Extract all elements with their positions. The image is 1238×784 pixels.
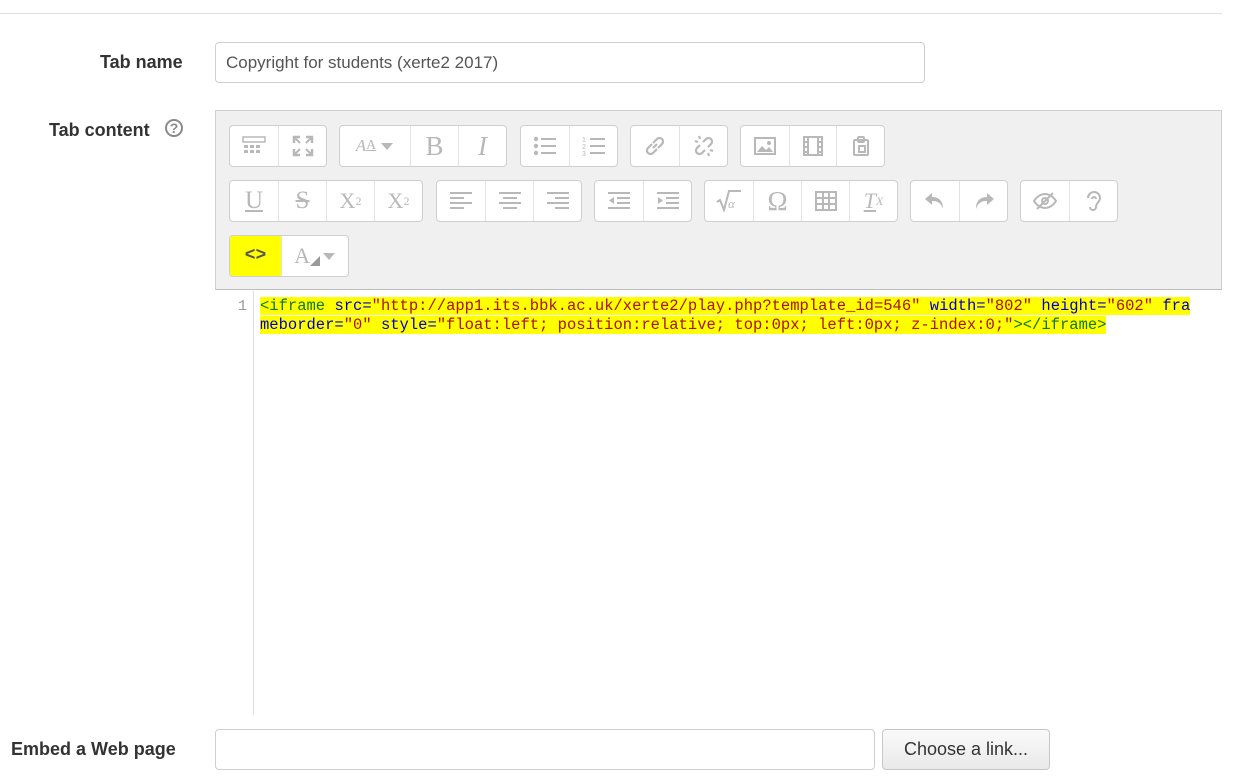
align-left-icon[interactable] (437, 181, 485, 221)
source-code-text[interactable]: <iframe src="http://app1.its.bbk.ac.uk/x… (260, 297, 1195, 335)
clear-formatting-icon[interactable]: TX (849, 181, 897, 221)
undo-icon[interactable] (911, 181, 959, 221)
unordered-list-icon[interactable] (521, 126, 569, 166)
superscript-x: X (387, 188, 404, 213)
choose-link-button[interactable]: Choose a link... (882, 729, 1050, 770)
screenreader-helper-icon[interactable] (1069, 181, 1117, 221)
link-icon[interactable] (631, 126, 679, 166)
special-char-icon[interactable]: Ω (753, 181, 801, 221)
font-size-icon[interactable]: AA (340, 126, 410, 166)
manage-files-icon[interactable] (836, 126, 884, 166)
tab-name-label: Tab name (100, 52, 183, 72)
toolbar-group-lists: 123 (520, 125, 618, 167)
toolbar-group-media (740, 125, 885, 167)
outdent-icon[interactable] (595, 181, 643, 221)
accessibility-checker-icon[interactable] (1021, 181, 1069, 221)
rich-text-editor: AA B I 123 U S X 2 X 2 α Ω T X <> A 1 <i… (215, 110, 1222, 715)
toolbar-group-insert: α Ω TX (704, 180, 898, 222)
toolbar-group-display (229, 125, 327, 167)
font-color-icon[interactable]: A (281, 236, 348, 276)
ordered-list-icon[interactable]: 123 (569, 126, 617, 166)
code-value-style: "float:left; position:relative; top:0px;… (436, 316, 1014, 334)
editor-toolbar: AA B I 123 U S X 2 X 2 α Ω T X <> A (215, 110, 1222, 290)
code-attr-style: style= (380, 316, 437, 334)
image-icon[interactable] (741, 126, 789, 166)
toolbar-group-history (910, 180, 1008, 222)
toolbar-group-text: AA B I (339, 125, 507, 167)
media-icon[interactable] (788, 126, 837, 166)
svg-text:α: α (728, 196, 736, 211)
top-divider (0, 13, 1222, 14)
unlink-icon[interactable] (679, 126, 727, 166)
toolbar-group-align (436, 180, 582, 222)
code-value-src: "http://app1.its.bbk.ac.uk/xerte2/play.p… (371, 297, 921, 315)
toolbar-toggle-icon[interactable] (230, 126, 278, 166)
svg-text:2: 2 (582, 144, 586, 151)
svg-text:3: 3 (582, 151, 586, 157)
toolbar-group-indent (594, 180, 692, 222)
clear-formatting-x: X (875, 193, 884, 208)
code-attr-height: height= (1041, 297, 1107, 315)
table-icon[interactable] (801, 181, 849, 221)
code-tag-open: <iframe (260, 297, 326, 315)
font-color-glyph: A (294, 243, 310, 268)
toolbar-group-source: <> A (229, 235, 349, 277)
subscript-x: X (339, 188, 356, 213)
embed-web-page-label: Embed a Web page (11, 739, 176, 759)
code-value-frameborder: "0" (343, 316, 372, 334)
clear-formatting-t: T (863, 188, 876, 213)
align-right-icon[interactable] (533, 181, 581, 221)
align-center-icon[interactable] (485, 181, 533, 221)
italic-icon[interactable]: I (458, 126, 506, 166)
toolbar-group-accessibility (1020, 180, 1118, 222)
code-value-width: "802" (985, 297, 1033, 315)
html-source-icon[interactable]: <> (230, 236, 282, 276)
tab-content-label: Tab content (49, 120, 150, 140)
font-size-glyph: A (355, 136, 367, 155)
code-attr-src: src= (334, 297, 372, 315)
indent-icon[interactable] (643, 181, 691, 221)
tab-name-input[interactable] (215, 42, 925, 83)
toolbar-group-links (630, 125, 728, 167)
superscript-2: 2 (403, 193, 410, 208)
code-highlight: <iframe src="http://app1.its.bbk.ac.uk/x… (260, 297, 1191, 334)
embed-url-input[interactable] (215, 729, 875, 770)
subscript-icon[interactable]: X2 (326, 181, 374, 221)
code-tag-close: ></iframe> (1013, 316, 1107, 334)
underline-icon[interactable]: U (230, 181, 278, 221)
strikethrough-icon[interactable]: S (278, 181, 326, 221)
code-value-height: "602" (1106, 297, 1154, 315)
help-icon[interactable]: ? (165, 119, 183, 137)
html-source-editor[interactable]: 1 <iframe src="http://app1.its.bbk.ac.uk… (215, 291, 1222, 715)
toolbar-group-formatting: U S X2 X2 (229, 180, 423, 222)
redo-icon[interactable] (959, 181, 1007, 221)
line-number: 1 (237, 298, 247, 315)
equation-icon[interactable]: α (705, 181, 753, 221)
bold-icon[interactable]: B (410, 126, 458, 166)
fullscreen-icon[interactable] (278, 126, 326, 166)
subscript-2: 2 (355, 193, 362, 208)
code-attr-width: width= (929, 297, 986, 315)
svg-text:1: 1 (582, 137, 586, 144)
superscript-icon[interactable]: X2 (374, 181, 422, 221)
font-size-glyph-2: A (366, 138, 377, 153)
line-number-gutter: 1 (215, 291, 254, 715)
